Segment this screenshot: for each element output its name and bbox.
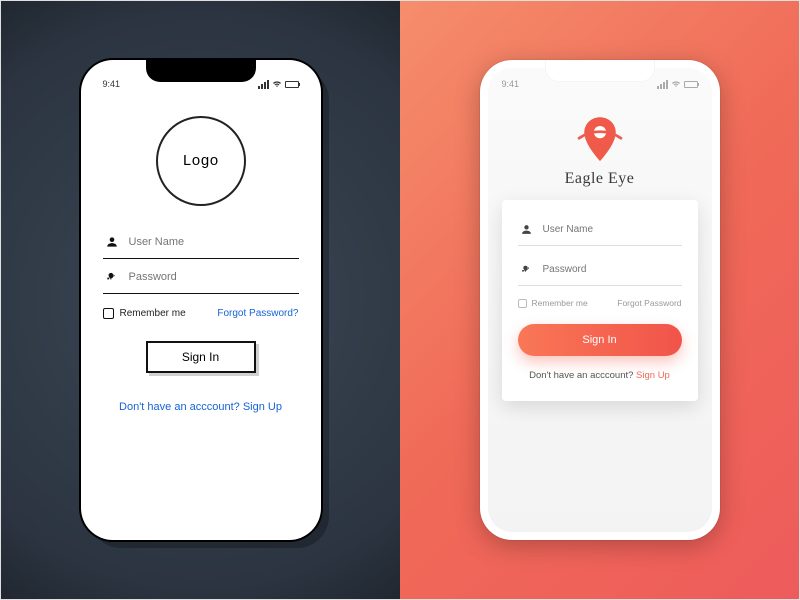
logo-placeholder: Logo (156, 116, 246, 206)
login-card: Remember me Forgot Password Sign In Don'… (502, 200, 698, 401)
sign-up-link[interactable]: Sign Up (636, 370, 670, 381)
checkbox-icon (518, 299, 527, 308)
remember-label: Remember me (532, 298, 588, 308)
forgot-password-link[interactable]: Forgot Password? (217, 308, 298, 319)
status-time: 9:41 (103, 79, 121, 89)
sign-up-link[interactable]: Don't have an acccount? Sign Up (103, 401, 299, 413)
username-input[interactable] (129, 232, 297, 252)
notch (146, 60, 256, 82)
sign-up-row: Don't have an acccount? Sign Up (518, 370, 682, 381)
brand-logo-icon (572, 112, 628, 168)
password-field[interactable] (103, 259, 299, 294)
phone-design: 9:41 Eagle Eye (480, 60, 720, 540)
status-time: 9:41 (502, 79, 520, 89)
username-field[interactable] (518, 216, 682, 246)
remember-me[interactable]: Remember me (518, 298, 588, 308)
password-input[interactable] (129, 267, 297, 287)
battery-icon (285, 81, 299, 88)
remember-me[interactable]: Remember me (103, 308, 186, 319)
sign-in-button[interactable]: Sign In (518, 324, 682, 356)
notch (545, 60, 655, 82)
phone-wireframe: 9:41 Logo (81, 60, 321, 540)
forgot-password-link[interactable]: Forgot Password (617, 298, 681, 308)
user-icon (105, 235, 119, 249)
key-icon (105, 270, 119, 284)
wireframe-panel: 9:41 Logo (1, 1, 400, 599)
signal-icon (657, 80, 668, 89)
design-screen: 9:41 Eagle Eye (488, 68, 712, 532)
battery-icon (684, 81, 698, 88)
comparison-frame: 9:41 Logo (0, 0, 800, 600)
brand: Eagle Eye (502, 112, 698, 188)
sign-in-button[interactable]: Sign In (146, 341, 256, 373)
checkbox-icon (103, 308, 114, 319)
sign-up-prompt: Don't have an acccount? (529, 370, 636, 381)
password-field[interactable] (518, 256, 682, 286)
username-field[interactable] (103, 224, 299, 259)
brand-name: Eagle Eye (502, 170, 698, 188)
wireframe-screen: 9:41 Logo (89, 68, 313, 532)
user-icon (520, 223, 533, 236)
wifi-icon (272, 80, 282, 88)
design-panel: 9:41 Eagle Eye (400, 1, 799, 599)
username-input[interactable] (543, 222, 680, 237)
remember-label: Remember me (120, 308, 186, 319)
key-icon (520, 263, 533, 276)
password-input[interactable] (543, 262, 680, 277)
signal-icon (258, 80, 269, 89)
wifi-icon (671, 80, 681, 88)
